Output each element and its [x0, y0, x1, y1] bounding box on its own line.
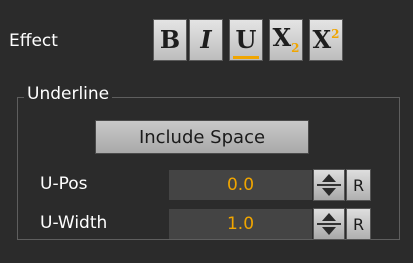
- u-width-field[interactable]: 1.0: [169, 209, 312, 239]
- italic-icon: I: [200, 25, 212, 54]
- u-pos-reset-button[interactable]: R: [346, 169, 371, 201]
- arrow-up-icon[interactable]: [322, 174, 336, 182]
- superscript-icon: X2: [313, 28, 340, 52]
- underline-letter: U: [235, 25, 257, 54]
- arrow-down-icon[interactable]: [322, 188, 336, 196]
- bold-button[interactable]: B: [153, 19, 187, 61]
- superscript-mark: 2: [331, 27, 340, 41]
- u-width-spinner[interactable]: [313, 208, 345, 240]
- underline-bar: [232, 56, 260, 59]
- italic-button[interactable]: I: [189, 19, 223, 61]
- u-pos-field[interactable]: 0.0: [169, 170, 312, 200]
- superscript-button[interactable]: X2: [309, 19, 343, 61]
- subscript-button[interactable]: X2: [269, 19, 303, 61]
- subscript-icon: X2: [272, 23, 300, 55]
- bold-icon: B: [159, 25, 181, 54]
- effect-label: Effect: [9, 31, 58, 51]
- underline-group-title: Underline: [24, 84, 113, 104]
- spinner-divider: [317, 184, 341, 186]
- subscript-mark: 2: [291, 41, 300, 55]
- superscript-base: X: [312, 25, 332, 54]
- subscript-base: X: [272, 23, 292, 52]
- u-width-reset-button[interactable]: R: [346, 208, 371, 240]
- arrow-up-icon[interactable]: [322, 213, 336, 221]
- text-effect-panel: Effect B I U X2 X2 Underline Include Spa…: [0, 0, 413, 263]
- u-width-label: U-Width: [40, 213, 108, 233]
- spinner-divider: [317, 223, 341, 225]
- u-pos-label: U-Pos: [40, 174, 88, 194]
- underline-icon: U: [232, 25, 260, 59]
- include-space-button[interactable]: Include Space: [95, 120, 309, 154]
- underline-button[interactable]: U: [229, 19, 263, 61]
- u-pos-spinner[interactable]: [313, 169, 345, 201]
- arrow-down-icon[interactable]: [322, 227, 336, 235]
